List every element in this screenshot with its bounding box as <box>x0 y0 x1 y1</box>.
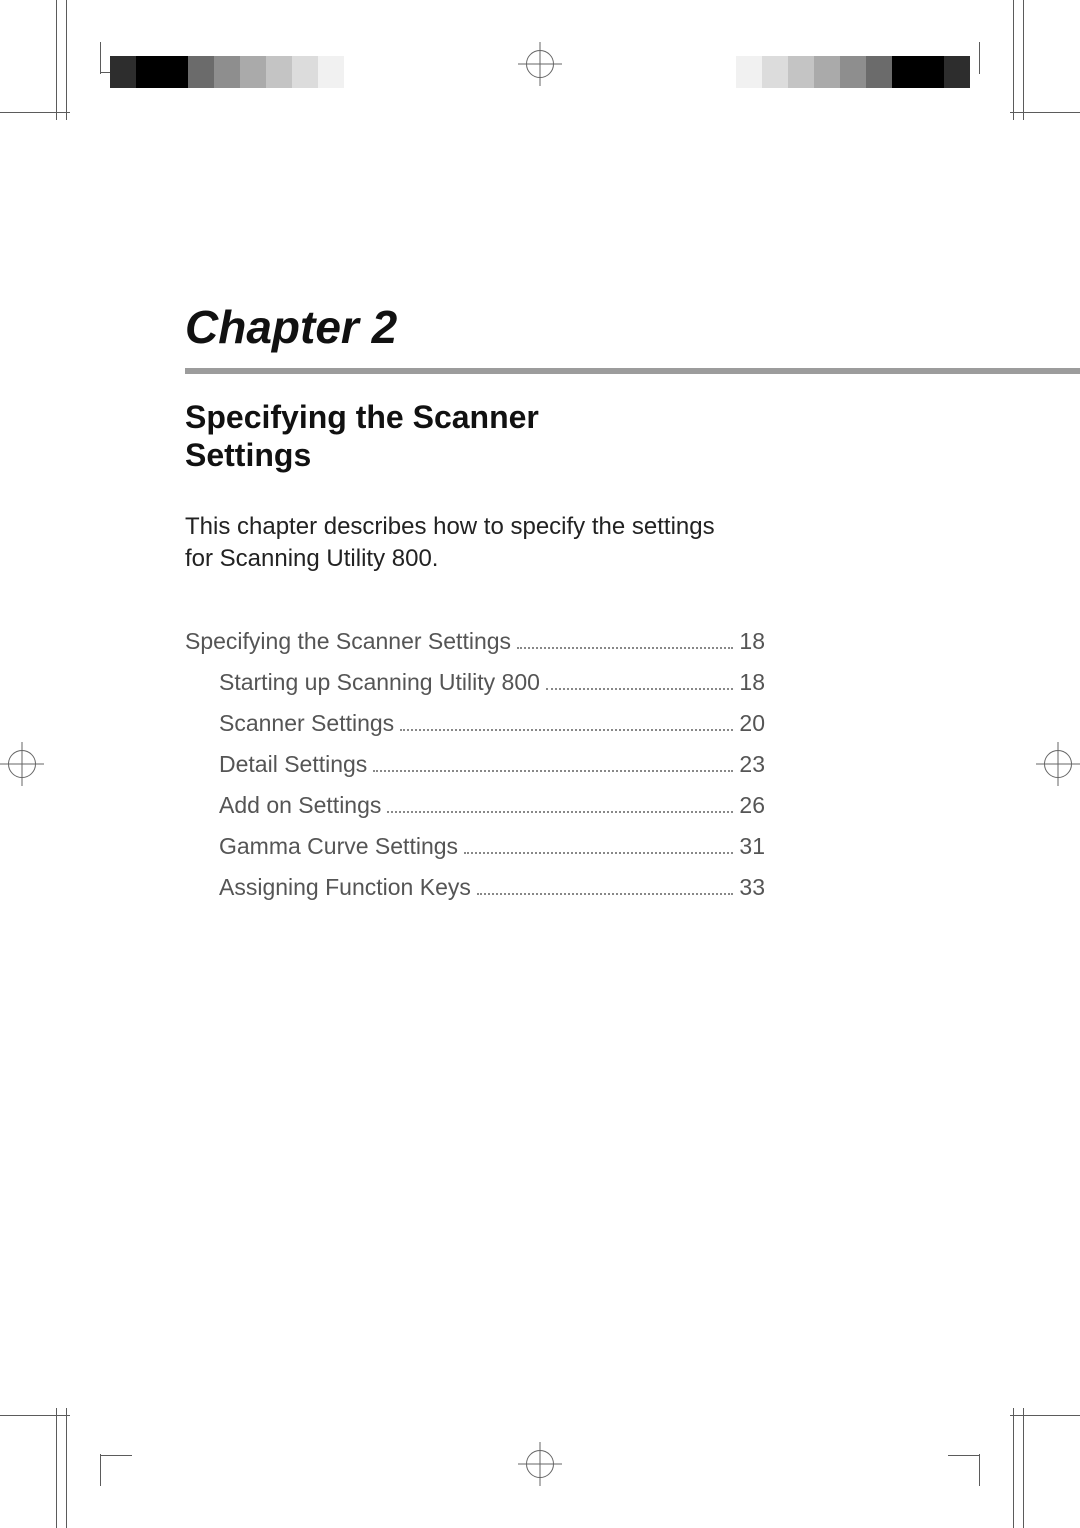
toc-label: Starting up Scanning Utility 800 <box>219 669 540 696</box>
chapter-intro: This chapter describes how to specify th… <box>185 511 745 576</box>
toc-leader <box>477 870 734 895</box>
toc-page: 18 <box>739 628 765 655</box>
toc-row: Detail Settings 23 <box>185 747 765 778</box>
toc-leader <box>387 788 733 813</box>
toc-leader <box>546 665 733 690</box>
toc-page: 33 <box>739 874 765 901</box>
toc-label: Detail Settings <box>219 751 367 778</box>
toc-row: Scanner Settings 20 <box>185 706 765 737</box>
toc-leader <box>517 624 733 649</box>
toc-label: Assigning Function Keys <box>219 874 471 901</box>
toc-page: 20 <box>739 710 765 737</box>
table-of-contents: Specifying the Scanner Settings 18 Start… <box>185 624 765 901</box>
toc-page: 31 <box>739 833 765 860</box>
toc-label: Gamma Curve Settings <box>219 833 458 860</box>
chapter-label: Chapter 2 <box>185 300 960 354</box>
toc-leader <box>400 706 733 731</box>
toc-row: Add on Settings 26 <box>185 788 765 819</box>
toc-label: Scanner Settings <box>219 710 394 737</box>
toc-label: Add on Settings <box>219 792 381 819</box>
toc-row: Assigning Function Keys 33 <box>185 870 765 901</box>
chapter-title: Specifying the Scanner Settings <box>185 398 655 475</box>
divider-rule <box>185 368 1080 374</box>
toc-label: Specifying the Scanner Settings <box>185 628 511 655</box>
toc-leader <box>464 829 733 854</box>
toc-page: 23 <box>739 751 765 778</box>
toc-row: Specifying the Scanner Settings 18 <box>185 624 765 655</box>
toc-row: Starting up Scanning Utility 800 18 <box>185 665 765 696</box>
page-body: Chapter 2 Specifying the Scanner Setting… <box>0 0 1080 1528</box>
toc-row: Gamma Curve Settings 31 <box>185 829 765 860</box>
toc-page: 26 <box>739 792 765 819</box>
toc-page: 18 <box>739 669 765 696</box>
toc-leader <box>373 747 733 772</box>
